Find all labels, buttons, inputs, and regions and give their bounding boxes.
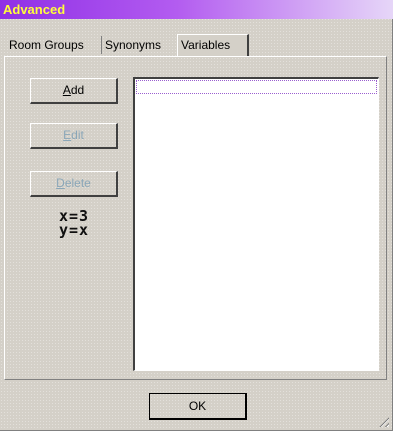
add-label-rest: dd xyxy=(70,83,85,97)
listbox-focus-row[interactable] xyxy=(136,80,377,94)
add-button[interactable]: Add xyxy=(30,78,118,104)
tab-room-groups[interactable]: Room Groups xyxy=(6,36,101,54)
delete-button[interactable]: Delete xyxy=(30,171,118,197)
delete-label-rest: elete xyxy=(64,176,91,190)
title-bar[interactable]: Advanced xyxy=(0,0,393,19)
edit-mnemonic: E xyxy=(63,128,72,142)
ok-button[interactable]: OK xyxy=(149,393,247,420)
variables-panel: Add Edit Delete x=3 y=x xyxy=(4,56,387,380)
variable-preview: x=3 y=x xyxy=(59,209,90,239)
edit-button[interactable]: Edit xyxy=(30,123,118,149)
tab-synonyms[interactable]: Synonyms xyxy=(101,36,177,54)
edit-label-rest: dit xyxy=(71,128,84,142)
window-title: Advanced xyxy=(3,2,66,17)
resize-grip-icon[interactable] xyxy=(377,415,389,427)
delete-mnemonic: D xyxy=(56,176,65,190)
tab-variables[interactable]: Variables xyxy=(177,34,249,56)
advanced-dialog: Advanced Room Groups Synonyms Variables … xyxy=(0,0,393,431)
add-mnemonic: A xyxy=(62,83,71,97)
variables-listbox[interactable] xyxy=(133,77,379,371)
variable-line: y=x xyxy=(59,221,90,239)
